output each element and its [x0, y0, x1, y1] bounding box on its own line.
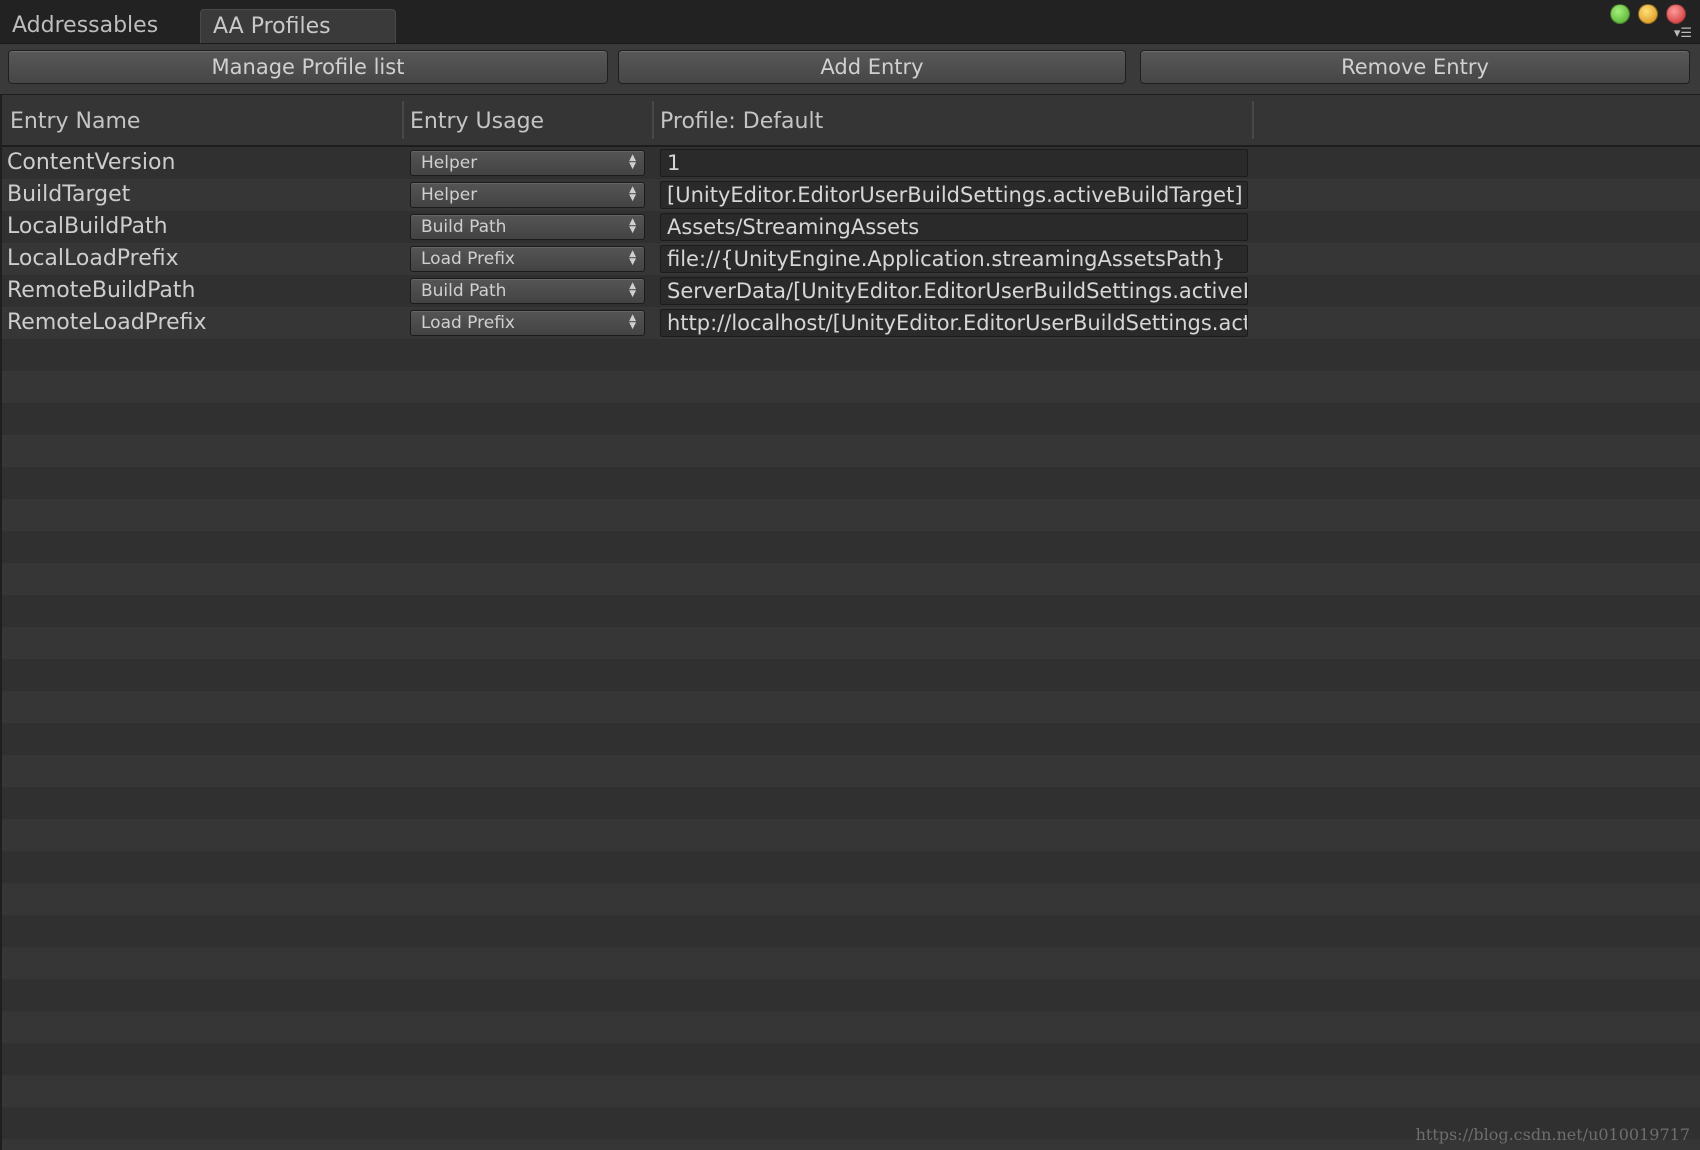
entry-name: RemoteLoadPrefix	[7, 310, 207, 335]
tab-aa-profiles[interactable]: AA Profiles	[200, 9, 396, 43]
profile-value-field[interactable]: ServerData/[UnityEditor.EditorUserBuildS…	[660, 277, 1248, 305]
profile-value-text: Assets/StreamingAssets	[667, 215, 920, 239]
profile-value-text: ServerData/[UnityEditor.EditorUserBuildS…	[667, 279, 1247, 303]
manage-profile-list-button[interactable]: Manage Profile list	[8, 50, 608, 84]
table-row: LocalLoadPrefix Load Prefix ▲ ▼ file://{U…	[2, 243, 1700, 275]
updown-arrows-icon: ▲ ▼	[629, 313, 636, 331]
watermark-text: https://blog.csdn.net/u010019717	[1415, 1125, 1690, 1144]
tab-strip: Addressables AA Profiles ▾☰	[0, 0, 1700, 44]
entry-name: ContentVersion	[7, 150, 176, 175]
remove-entry-button[interactable]: Remove Entry	[1140, 50, 1690, 84]
updown-arrows-icon: ▲ ▼	[629, 249, 636, 267]
column-divider[interactable]	[652, 101, 654, 139]
updown-arrows-icon: ▲ ▼	[629, 217, 636, 235]
profile-value-text: 1	[667, 151, 681, 175]
tab-addressables[interactable]: Addressables	[0, 9, 196, 43]
entry-usage-value: Load Prefix	[421, 313, 515, 333]
profile-table: Entry Name Entry Usage Profile: Default …	[0, 95, 1700, 1150]
profile-value-text: http://localhost/[UnityEditor.EditorUser…	[667, 311, 1247, 335]
entry-usage-value: Build Path	[421, 217, 507, 237]
entry-usage-dropdown[interactable]: Helper ▲ ▼	[410, 150, 645, 176]
updown-arrows-icon: ▲ ▼	[629, 281, 636, 299]
entry-usage-value: Load Prefix	[421, 249, 515, 269]
window-menu-icon[interactable]: ▾☰	[1674, 27, 1692, 40]
add-entry-button[interactable]: Add Entry	[618, 50, 1126, 84]
entry-name: LocalBuildPath	[7, 214, 168, 239]
profile-value-field[interactable]: [UnityEditor.EditorUserBuildSettings.act…	[660, 181, 1248, 209]
updown-arrows-icon: ▲ ▼	[629, 185, 636, 203]
profile-value-field[interactable]: file://{UnityEngine.Application.streamin…	[660, 245, 1248, 273]
table-row: RemoteLoadPrefix Load Prefix ▲ ▼ http://l…	[2, 307, 1700, 339]
column-header-entry-usage[interactable]: Entry Usage	[410, 107, 544, 137]
minimize-icon[interactable]	[1638, 4, 1658, 24]
entry-usage-dropdown[interactable]: Load Prefix ▲ ▼	[410, 310, 645, 336]
entry-usage-dropdown[interactable]: Load Prefix ▲ ▼	[410, 246, 645, 272]
toolbar: Manage Profile list Add Entry Remove Ent…	[0, 44, 1700, 95]
column-divider[interactable]	[402, 101, 404, 139]
profile-value-field[interactable]: http://localhost/[UnityEditor.EditorUser…	[660, 309, 1248, 337]
entry-usage-value: Build Path	[421, 281, 507, 301]
profile-value-text: [UnityEditor.EditorUserBuildSettings.act…	[667, 183, 1243, 207]
updown-arrows-icon: ▲ ▼	[629, 153, 636, 171]
column-header-entry-name[interactable]: Entry Name	[10, 107, 140, 137]
entry-usage-value: Helper	[421, 185, 478, 205]
table-row: RemoteBuildPath Build Path ▲ ▼ ServerData…	[2, 275, 1700, 307]
entry-usage-value: Helper	[421, 153, 478, 173]
entry-name: LocalLoadPrefix	[7, 246, 179, 271]
profile-value-text: file://{UnityEngine.Application.streamin…	[667, 247, 1226, 271]
table-row: ContentVersion Helper ▲ ▼ 1	[2, 147, 1700, 179]
entry-name: BuildTarget	[7, 182, 131, 207]
column-header-profile-default[interactable]: Profile: Default	[660, 107, 823, 137]
entry-name: RemoteBuildPath	[7, 278, 196, 303]
entry-usage-dropdown[interactable]: Helper ▲ ▼	[410, 182, 645, 208]
entry-usage-dropdown[interactable]: Build Path ▲ ▼	[410, 278, 645, 304]
window-controls	[1610, 4, 1686, 24]
maximize-icon[interactable]	[1610, 4, 1630, 24]
entry-usage-dropdown[interactable]: Build Path ▲ ▼	[410, 214, 645, 240]
column-divider[interactable]	[1252, 101, 1254, 139]
profile-value-field[interactable]: 1	[660, 149, 1248, 177]
profile-value-field[interactable]: Assets/StreamingAssets	[660, 213, 1248, 241]
close-icon[interactable]	[1666, 4, 1686, 24]
table-row: LocalBuildPath Build Path ▲ ▼ Assets/Stre…	[2, 211, 1700, 243]
table-row: BuildTarget Helper ▲ ▼ [UnityEditor.Edito…	[2, 179, 1700, 211]
table-header: Entry Name Entry Usage Profile: Default	[2, 95, 1700, 147]
